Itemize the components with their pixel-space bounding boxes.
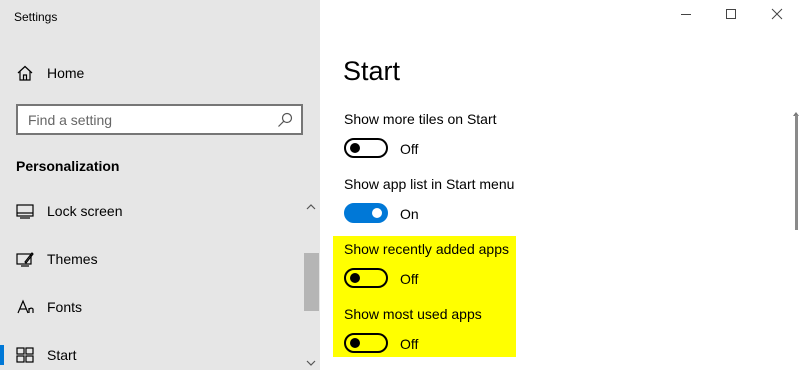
toggle-more-tiles[interactable] xyxy=(344,138,388,158)
toggle-knob xyxy=(350,143,360,153)
close-icon xyxy=(771,7,783,25)
maximize-icon xyxy=(725,7,737,25)
home-icon xyxy=(15,63,35,83)
minimize-icon xyxy=(680,7,692,25)
setting-label-most-used: Show most used apps xyxy=(344,306,482,322)
search-input[interactable] xyxy=(28,111,278,128)
close-button[interactable] xyxy=(754,0,800,32)
sidebar-item-fonts-label: Fonts xyxy=(47,299,83,315)
start-icon xyxy=(15,345,35,365)
toggle-recently-added[interactable] xyxy=(344,268,388,288)
page-title: Start xyxy=(343,56,401,86)
toggle-state-most-used: Off xyxy=(400,336,419,352)
sidebar-scroll-up-icon[interactable] xyxy=(305,200,317,212)
sidebar-item-lock-screen-label: Lock screen xyxy=(47,203,123,219)
search-box[interactable] xyxy=(16,104,303,135)
sidebar-item-themes-label: Themes xyxy=(47,251,98,267)
main-scrollbar-thumb[interactable] xyxy=(795,115,798,230)
sidebar-item-lock-screen[interactable]: Lock screen xyxy=(0,191,320,231)
sidebar-item-start-label: Start xyxy=(47,347,77,363)
active-item-indicator xyxy=(0,345,4,365)
minimize-button[interactable] xyxy=(663,0,709,32)
fonts-icon xyxy=(15,297,35,317)
toggle-knob xyxy=(372,208,382,218)
sidebar-item-themes[interactable]: Themes xyxy=(0,239,320,279)
sidebar-item-fonts[interactable]: Fonts xyxy=(0,287,320,327)
toggle-state-recently-added: Off xyxy=(400,271,419,287)
sidebar-item-start[interactable]: Start xyxy=(0,335,320,370)
setting-label-more-tiles: Show more tiles on Start xyxy=(344,111,497,127)
search-icon[interactable] xyxy=(277,112,293,128)
main-scroll-up-icon[interactable] xyxy=(793,104,799,116)
maximize-button[interactable] xyxy=(708,0,754,32)
sidebar-item-home[interactable]: Home xyxy=(0,53,320,93)
toggle-app-list[interactable] xyxy=(344,203,388,223)
sidebar-item-home-label: Home xyxy=(47,65,85,81)
sidebar-scroll-down-icon[interactable] xyxy=(305,356,317,368)
toggle-most-used[interactable] xyxy=(344,333,388,353)
themes-icon xyxy=(15,249,35,269)
toggle-knob xyxy=(350,338,360,348)
lock-screen-icon xyxy=(15,201,35,221)
app-title: Settings xyxy=(14,10,58,24)
section-heading: Personalization xyxy=(16,158,120,174)
toggle-state-app-list: On xyxy=(400,206,419,222)
sidebar: Settings Home Personalization xyxy=(0,0,320,370)
sidebar-scrollbar-thumb[interactable] xyxy=(304,253,319,311)
setting-label-app-list: Show app list in Start menu xyxy=(344,176,515,192)
toggle-knob xyxy=(350,273,360,283)
toggle-state-more-tiles: Off xyxy=(400,141,419,157)
setting-label-recently-added: Show recently added apps xyxy=(344,241,509,257)
